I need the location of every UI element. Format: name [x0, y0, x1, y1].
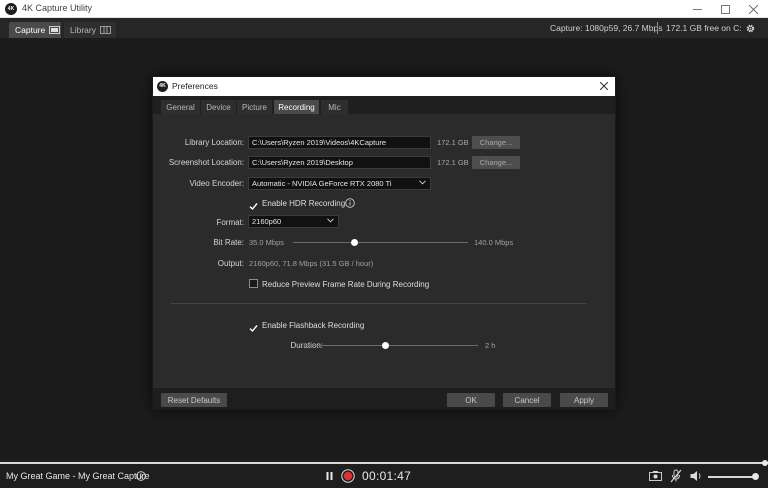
playback-bar: My Great Game - My Great Capture 00:01:4… — [0, 460, 768, 488]
output-label: Output: — [217, 259, 244, 268]
tab-device[interactable]: Device — [201, 100, 237, 114]
recording-settings: Library Location: C:\Users\Ryzen 2019\Vi… — [153, 114, 615, 388]
speaker-icon[interactable] — [690, 470, 703, 482]
window-titlebar: 4K 4K Capture Utility — [0, 0, 768, 18]
dialog-tabs: General Device Picture Recording Mic — [153, 96, 615, 114]
dialog-title: Preferences — [172, 81, 218, 91]
record-timecode: 00:01:47 — [362, 469, 412, 483]
chevron-down-icon — [419, 180, 426, 185]
tab-recording[interactable]: Recording — [274, 100, 320, 114]
video-encoder-label: Video Encoder: — [189, 179, 244, 188]
record-icon[interactable] — [341, 469, 355, 483]
top-toolbar: Capture Library Capture: 1080p59, 26.7 M… — [0, 18, 768, 38]
tab-library-label: Library — [70, 25, 96, 35]
capture-status: Capture: 1080p59, 26.7 Mbps — [550, 23, 663, 33]
maximize-button[interactable] — [712, 0, 738, 18]
reduce-preview-label: Reduce Preview Frame Rate During Recordi… — [262, 280, 430, 289]
screenshot-location-field[interactable]: C:\Users\Ryzen 2019\Desktop — [248, 156, 431, 169]
info-icon[interactable] — [136, 471, 146, 481]
screenshot-location-label: Screenshot Location: — [168, 158, 244, 167]
bitrate-slider-track[interactable] — [293, 242, 468, 243]
gear-icon[interactable] — [745, 23, 756, 34]
duration-slider-handle[interactable] — [382, 342, 390, 349]
video-encoder-value: Automatic - NVIDIA GeForce RTX 2080 Ti — [252, 179, 392, 188]
ok-button[interactable]: OK — [447, 393, 495, 407]
bitrate-max: 140.0 Mbps — [474, 238, 514, 247]
maximize-icon — [720, 4, 730, 14]
dialog-titlebar: 4K Preferences — [153, 77, 615, 96]
info-icon[interactable] — [345, 198, 355, 208]
library-icon — [100, 26, 111, 34]
camera-icon[interactable] — [649, 471, 662, 481]
reduce-preview-checkbox[interactable] — [249, 279, 258, 288]
tab-capture-label: Capture — [15, 25, 46, 35]
volume-slider[interactable] — [708, 476, 755, 478]
free-space-status: 172.1 GB free on C: — [666, 23, 742, 33]
library-change-button[interactable]: Change... — [472, 136, 520, 149]
output-value: 2160p60, 71.8 Mbps (31.5 GB / hour) — [249, 259, 374, 268]
format-select[interactable]: 2160p60 — [248, 215, 339, 228]
format-label: Format: — [216, 218, 244, 227]
mute-icon[interactable] — [670, 469, 682, 483]
timeline-handle[interactable] — [762, 460, 768, 466]
library-free-size: 172.1 GB — [437, 138, 469, 147]
flashback-label: Enable Flashback Recording — [262, 321, 365, 330]
volume-handle[interactable] — [752, 473, 759, 480]
flashback-checkbox[interactable] — [249, 320, 258, 333]
tab-picture[interactable]: Picture — [237, 100, 273, 114]
window-close-button[interactable] — [740, 0, 766, 18]
dialog-footer: Reset Defaults OK Cancel Apply — [153, 388, 615, 409]
capture-name: My Great Game - My Great Capture — [6, 471, 150, 481]
screenshot-free-size: 172.1 GB — [437, 158, 469, 167]
cancel-button[interactable]: Cancel — [503, 393, 551, 407]
dialog-logo-icon: 4K — [157, 81, 168, 92]
status-divider — [657, 22, 658, 34]
section-divider — [171, 303, 587, 304]
timeline-progress[interactable] — [0, 460, 768, 466]
duration-value: 2 h — [485, 341, 496, 350]
apply-button[interactable]: Apply — [560, 393, 608, 407]
tab-mic[interactable]: Mic — [321, 100, 349, 114]
chevron-down-icon — [327, 218, 334, 223]
dialog-close-button[interactable] — [597, 79, 611, 93]
library-location-field[interactable]: C:\Users\Ryzen 2019\Videos\4KCapture — [248, 136, 431, 149]
app-logo-icon: 4K — [5, 3, 17, 15]
duration-slider-track[interactable] — [304, 345, 478, 346]
minimize-button[interactable] — [684, 0, 710, 18]
tab-capture[interactable]: Capture — [9, 22, 61, 38]
bitrate-min: 35.0 Mbps — [249, 238, 285, 247]
format-value: 2160p60 — [252, 217, 282, 226]
hdr-label: Enable HDR Recording — [262, 199, 346, 208]
tab-general[interactable]: General — [161, 100, 201, 114]
bitrate-slider-handle[interactable] — [350, 239, 358, 246]
minimize-icon — [692, 5, 702, 14]
pause-icon[interactable] — [326, 472, 333, 480]
close-icon — [600, 82, 608, 90]
screenshot-change-button[interactable]: Change... — [472, 156, 520, 169]
preferences-dialog: 4K Preferences General Device Picture Re… — [152, 76, 616, 410]
reset-defaults-button[interactable]: Reset Defaults — [161, 393, 227, 407]
capture-icon — [49, 26, 61, 34]
close-icon — [748, 4, 758, 14]
window-title: 4K Capture Utility — [22, 3, 93, 13]
hdr-checkbox[interactable] — [249, 198, 258, 211]
library-location-label: Library Location: — [184, 138, 244, 147]
bitrate-label: Bit Rate: — [213, 238, 244, 247]
video-encoder-select[interactable]: Automatic - NVIDIA GeForce RTX 2080 Ti — [248, 177, 431, 190]
tab-library[interactable]: Library — [64, 22, 116, 38]
